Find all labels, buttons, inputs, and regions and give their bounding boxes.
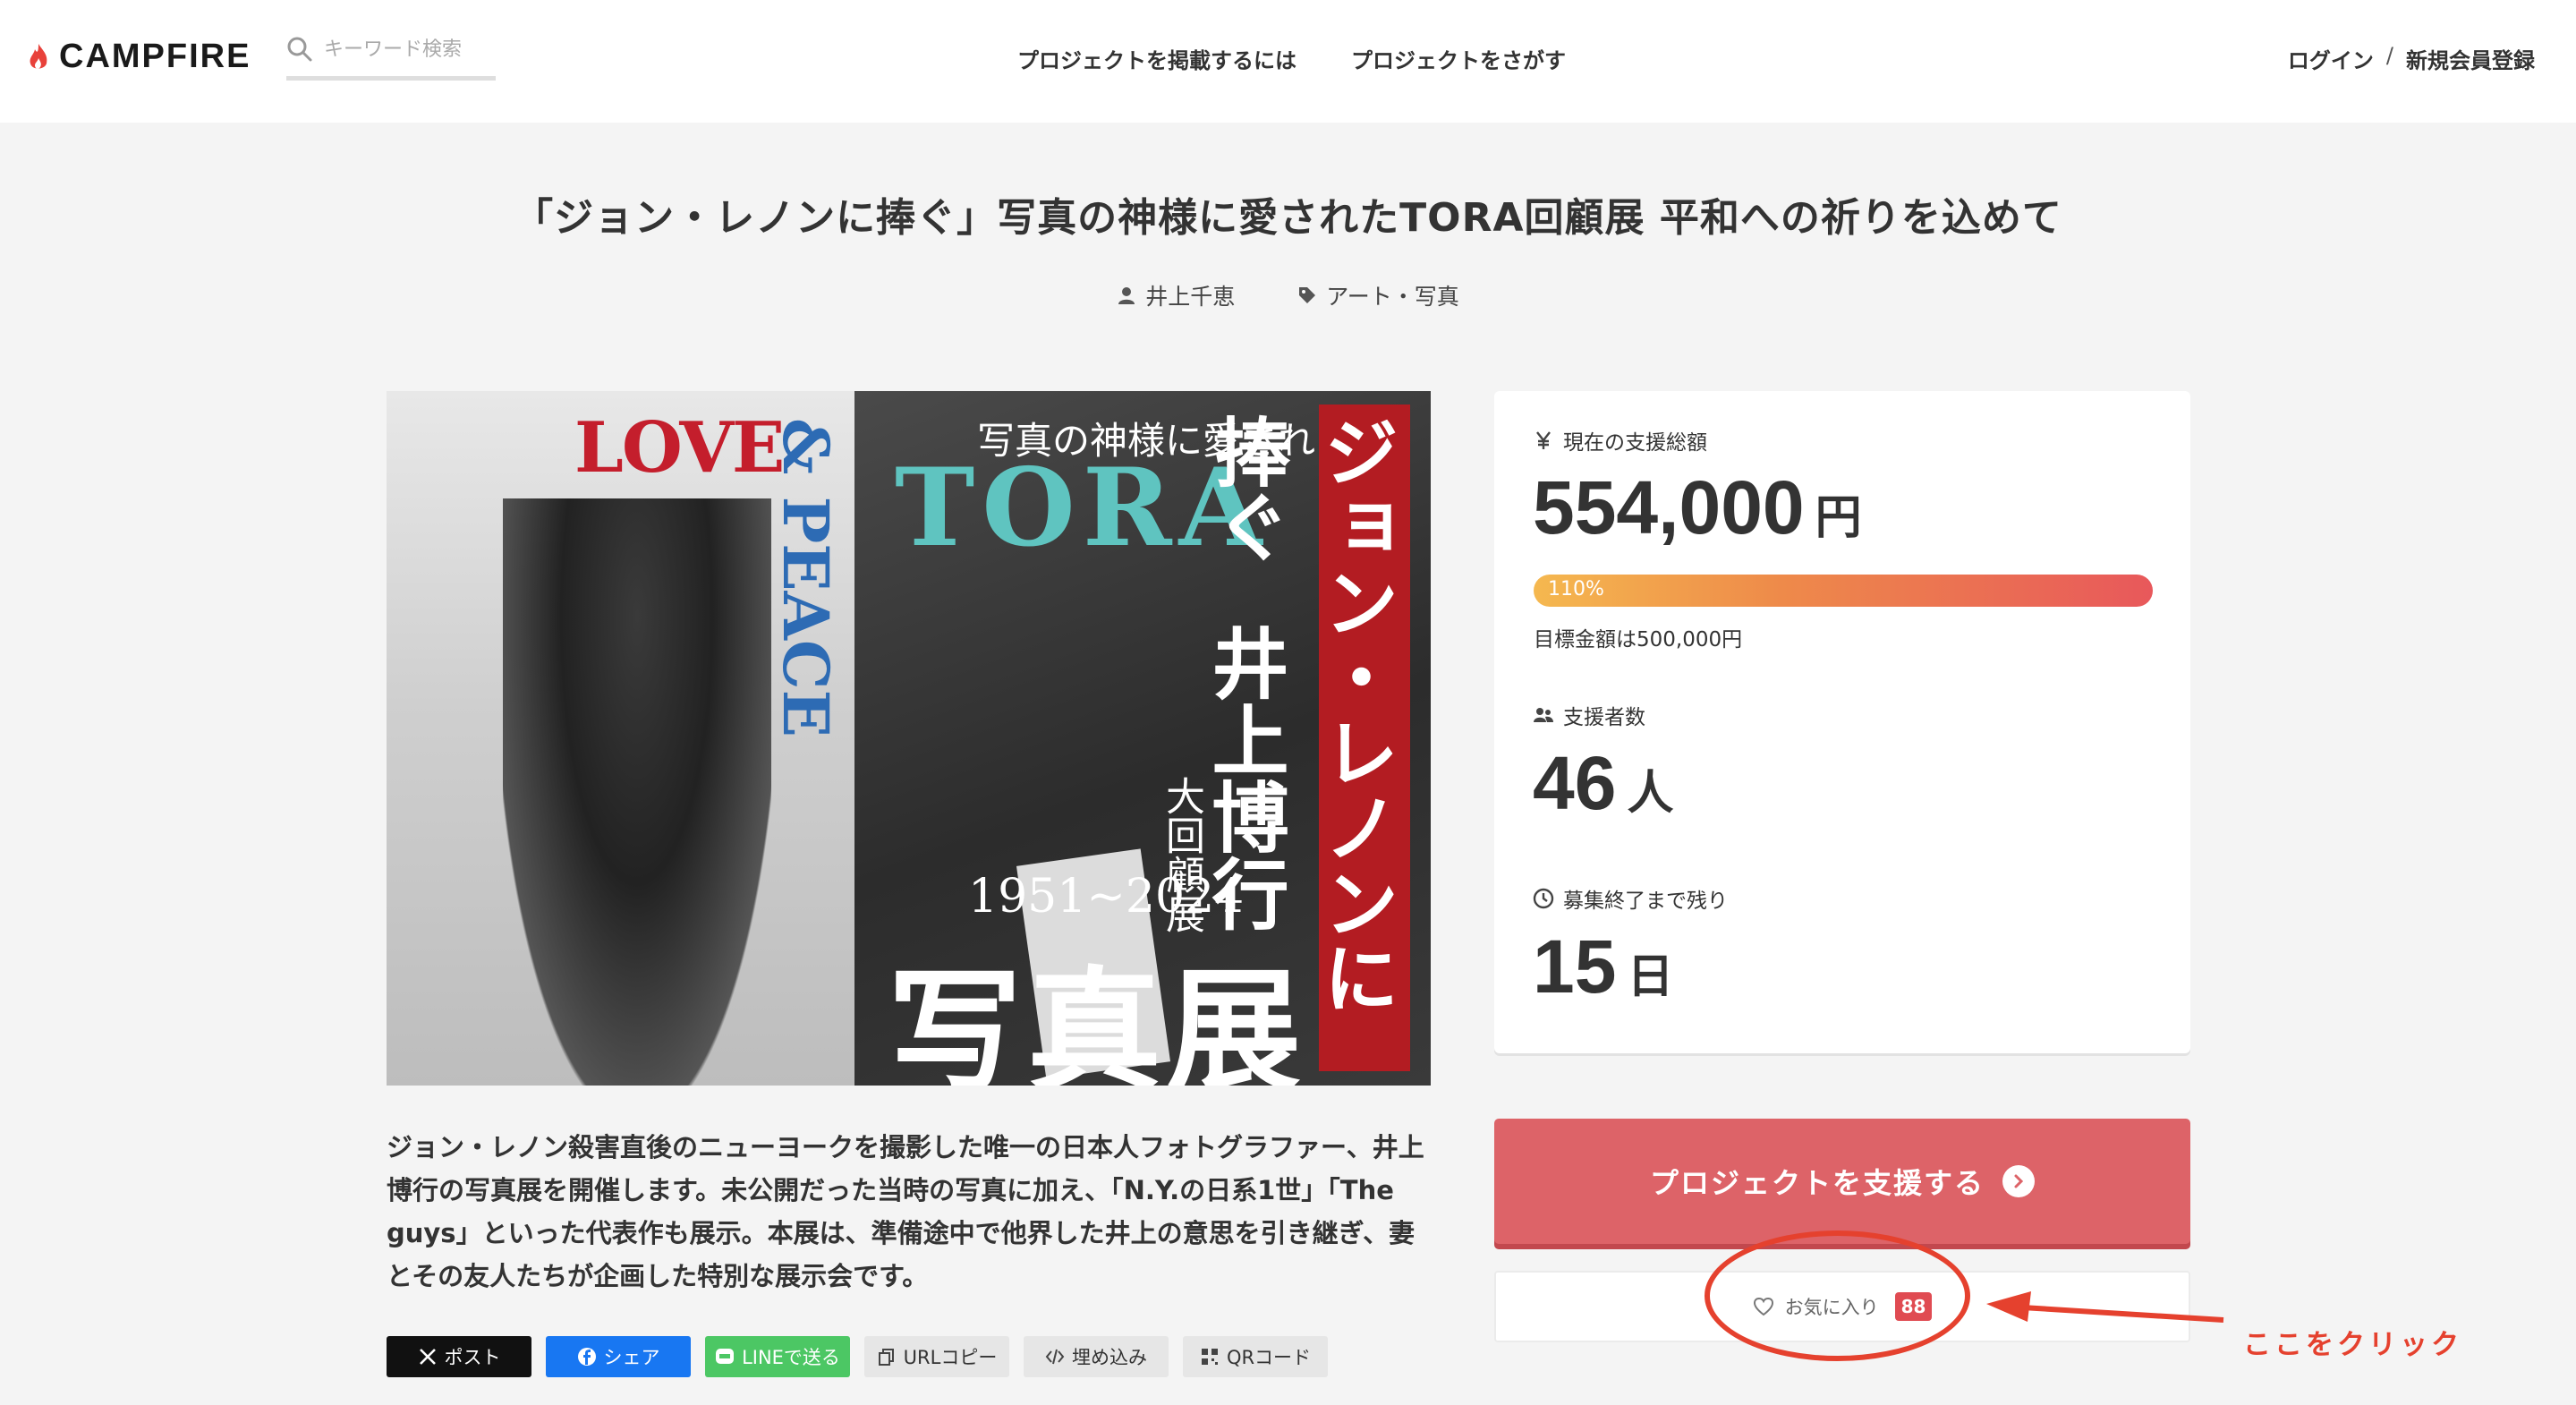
copy-url-button[interactable]: URLコピー bbox=[864, 1336, 1009, 1377]
share-line-label: LINEで送る bbox=[742, 1347, 840, 1368]
funding-stats-card: 現在の支援総額 554,000 円 110% 目標金額は500,000円 支援者数… bbox=[1494, 391, 2190, 1053]
hero-peace-text: & PEACE bbox=[769, 418, 843, 737]
signup-link[interactable]: 新規会員登録 bbox=[2406, 43, 2535, 74]
remaining-value: 15 bbox=[1533, 924, 1617, 1009]
search-box[interactable] bbox=[286, 36, 496, 81]
auth-links: ログイン / 新規会員登録 bbox=[2288, 43, 2535, 74]
embed-label: 埋め込み bbox=[1072, 1347, 1147, 1368]
hero-dedication: ジョン・レノンに捧ぐ bbox=[1203, 413, 1400, 1015]
remaining-label: 募集終了まで残り bbox=[1533, 883, 1728, 914]
remaining-days: 15 日 bbox=[1533, 924, 1673, 1010]
search-icon bbox=[287, 37, 312, 62]
arrow-right-icon bbox=[2002, 1165, 2035, 1197]
progress-bar: 110% bbox=[1534, 575, 2153, 607]
remaining-unit: 日 bbox=[1627, 951, 1674, 1003]
annotation-text: ここをクリック bbox=[2243, 1329, 2462, 1361]
share-x-button[interactable]: ポスト bbox=[387, 1336, 531, 1377]
flame-icon bbox=[30, 43, 47, 69]
backers-count: 46 人 bbox=[1533, 740, 1673, 827]
clock-icon bbox=[1533, 888, 1554, 909]
project-owner[interactable]: 井上千恵 bbox=[1117, 279, 1235, 311]
hero-photographer-figure bbox=[503, 498, 771, 1086]
backers-label: 支援者数 bbox=[1533, 700, 1645, 730]
code-icon bbox=[1045, 1349, 1065, 1365]
total-unit: 円 bbox=[1815, 492, 1862, 544]
auth-separator: / bbox=[2385, 43, 2393, 68]
copy-url-label: URLコピー bbox=[903, 1347, 998, 1368]
share-buttons: ポスト シェア LINEで送る URLコピー 埋め込み QRコード bbox=[387, 1336, 1328, 1377]
annotation-arrow-icon bbox=[1986, 1291, 2224, 1323]
nav-find-project[interactable]: プロジェクトをさがす bbox=[1351, 43, 1566, 74]
category-name: アート・写真 bbox=[1326, 284, 1459, 310]
nav-post-project[interactable]: プロジェクトを掲載するには bbox=[1017, 43, 1297, 74]
project-description: ジョン・レノン殺害直後のニューヨークを撮影した唯一の日本人フォトグラファー、井上… bbox=[387, 1132, 1424, 1291]
total-label: 現在の支援総額 bbox=[1533, 425, 1707, 456]
site-header: CAMPFIRE プロジェクトを掲載するには プロジェクトをさがす ログイン /… bbox=[0, 0, 2576, 123]
login-link[interactable]: ログイン bbox=[2288, 43, 2374, 74]
qr-code-button[interactable]: QRコード bbox=[1183, 1336, 1328, 1377]
hero-years: 1951~2024 bbox=[968, 870, 1245, 924]
support-project-button[interactable]: プロジェクトを支援する bbox=[1494, 1119, 2190, 1244]
x-logo-icon bbox=[419, 1349, 436, 1365]
project-title: 「ジョン・レノンに捧ぐ」写真の神様に愛されたTORA回顧展 平和への祈りを込めて bbox=[514, 195, 2062, 241]
qr-icon bbox=[1201, 1349, 1218, 1365]
user-icon bbox=[1118, 287, 1135, 304]
campfire-logo[interactable]: CAMPFIRE bbox=[27, 38, 251, 76]
total-label-text: 現在の支援総額 bbox=[1563, 431, 1707, 455]
logo-text: CAMPFIRE bbox=[59, 38, 251, 75]
progress-percent: 110% bbox=[1548, 578, 1604, 600]
annotation-ellipse bbox=[1705, 1230, 1970, 1361]
hero-love-text: LOVE bbox=[574, 407, 785, 489]
tag-icon bbox=[1299, 287, 1316, 303]
facebook-icon bbox=[577, 1348, 596, 1366]
qr-code-label: QRコード bbox=[1226, 1347, 1312, 1368]
owner-name: 井上千恵 bbox=[1145, 284, 1236, 310]
project-hero-image[interactable]: LOVE & PEACE 写真の神様に愛された TORA ジョン・レノンに捧ぐ … bbox=[387, 391, 1431, 1086]
backers-value: 46 bbox=[1533, 741, 1617, 825]
users-icon bbox=[1534, 708, 1553, 722]
backers-label-text: 支援者数 bbox=[1563, 706, 1645, 729]
share-facebook-label: シェア bbox=[603, 1347, 660, 1368]
yen-icon bbox=[1536, 431, 1551, 449]
copy-icon bbox=[878, 1349, 894, 1366]
total-amount: 554,000 円 bbox=[1533, 464, 1862, 551]
share-x-label: ポスト bbox=[444, 1347, 501, 1368]
backers-unit: 人 bbox=[1627, 768, 1674, 820]
remaining-label-text: 募集終了まで残り bbox=[1563, 890, 1728, 913]
search-input[interactable] bbox=[324, 36, 485, 63]
line-icon bbox=[716, 1349, 735, 1364]
share-facebook-button[interactable]: シェア bbox=[546, 1336, 691, 1377]
embed-button[interactable]: 埋め込み bbox=[1024, 1336, 1169, 1377]
goal-amount: 目標金額は500,000円 bbox=[1534, 628, 1743, 651]
project-category[interactable]: アート・写真 bbox=[1297, 279, 1459, 311]
support-button-label: プロジェクトを支援する bbox=[1649, 1167, 1985, 1199]
total-value: 554,000 bbox=[1533, 465, 1805, 549]
hero-exhibition: 写真展 bbox=[888, 953, 1307, 1086]
share-line-button[interactable]: LINEで送る bbox=[705, 1336, 850, 1377]
project-meta: 井上千恵 アート・写真 bbox=[0, 279, 2576, 311]
